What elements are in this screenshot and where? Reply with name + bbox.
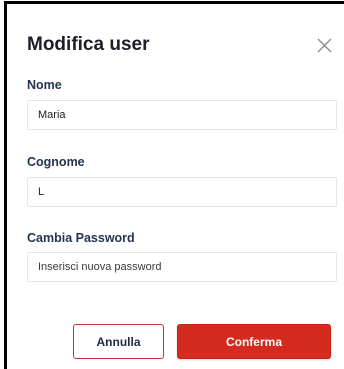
cognome-input[interactable] [27, 177, 337, 207]
cognome-label: Cognome [27, 155, 85, 169]
password-label: Cambia Password [27, 231, 135, 245]
screenshot-frame: Modifica user Nome Cognome Cambia Passwo… [4, 1, 344, 369]
cancel-button[interactable]: Annulla [73, 324, 164, 359]
close-icon[interactable] [316, 37, 333, 54]
edit-user-modal: Modifica user Nome Cognome Cambia Passwo… [7, 4, 344, 369]
nome-input[interactable] [27, 100, 337, 130]
nome-label: Nome [27, 78, 62, 92]
confirm-button[interactable]: Conferma [177, 324, 331, 359]
modal-title: Modifica user [27, 34, 150, 55]
password-input[interactable] [27, 252, 337, 282]
